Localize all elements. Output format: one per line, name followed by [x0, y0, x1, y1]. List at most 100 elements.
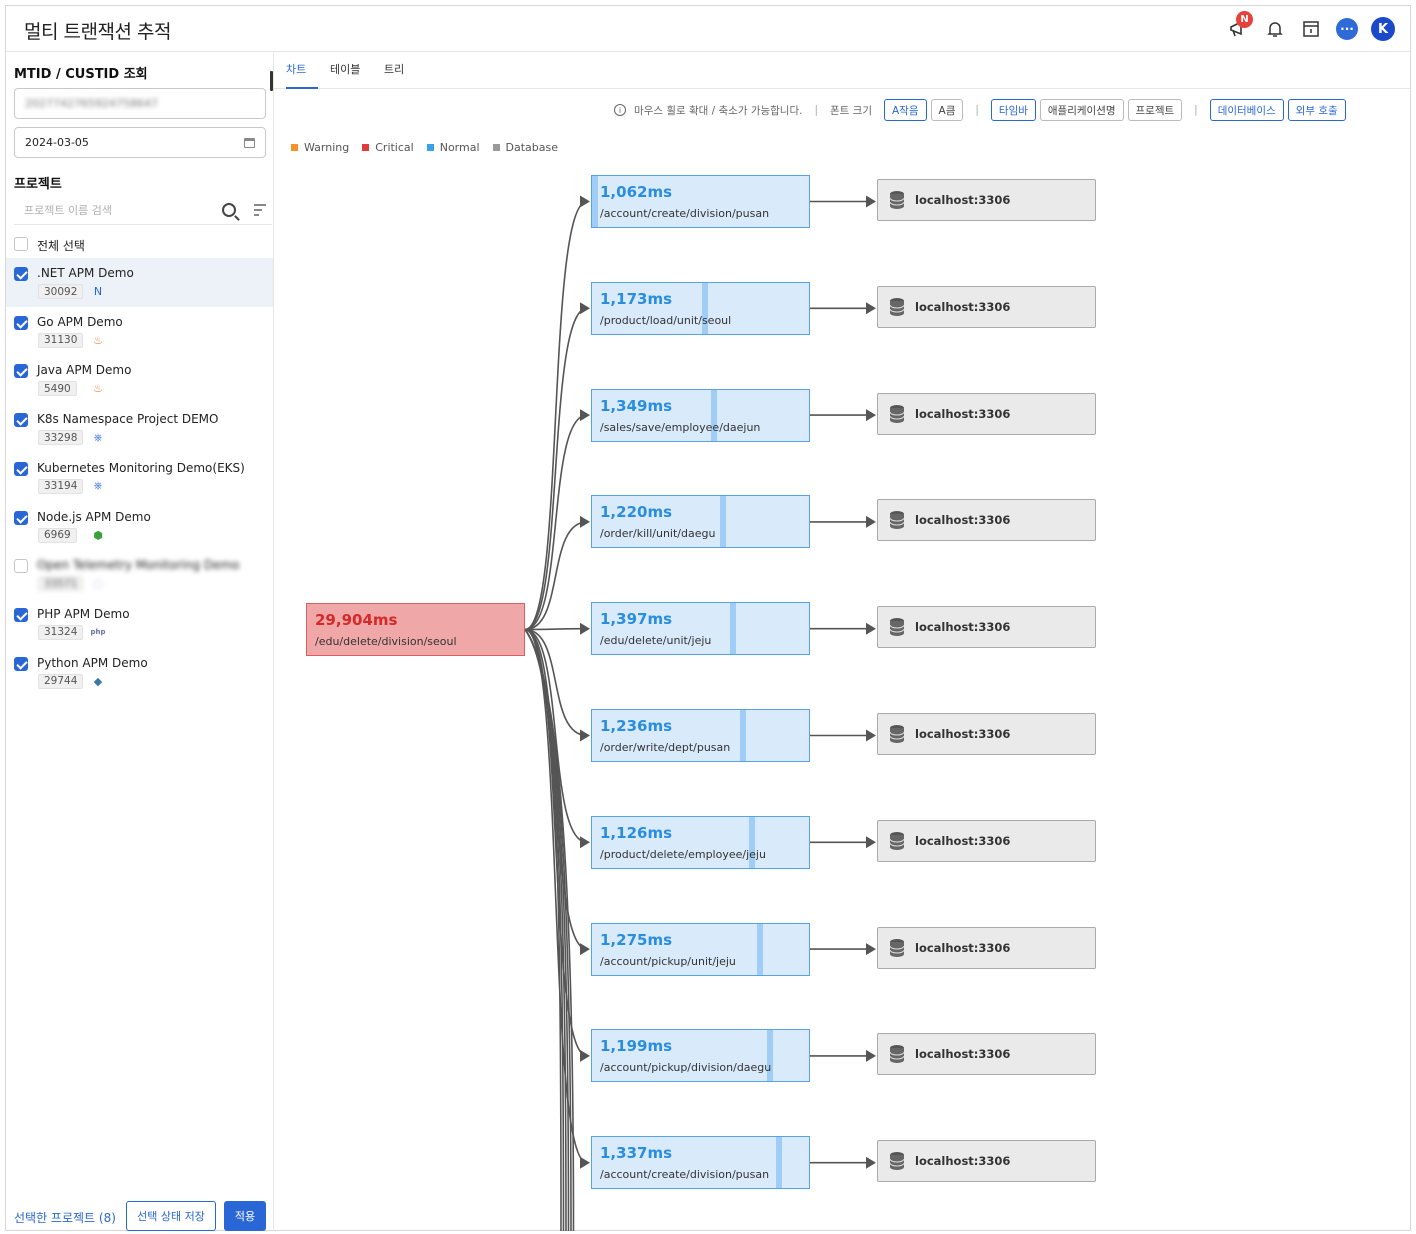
link-arrow [580, 729, 590, 742]
resize-handle[interactable] [270, 71, 273, 91]
transaction-node[interactable]: 1,220ms/order/kill/unit/daegu [591, 495, 810, 549]
project-checkbox[interactable] [14, 267, 28, 281]
project-checkbox[interactable] [14, 559, 28, 574]
user-avatar[interactable]: K [1370, 16, 1396, 42]
transaction-graph[interactable]: 29,904ms/edu/delete/division/seoul 1,062m… [274, 163, 1410, 1231]
search-icon[interactable] [222, 202, 236, 217]
link-arrow [580, 622, 590, 635]
legend-item: Database [492, 141, 558, 154]
transaction-node[interactable]: 1,349ms/sales/save/employee/daejun [591, 388, 810, 442]
bell-icon[interactable] [1262, 16, 1288, 42]
project-toggle[interactable]: 프로젝트 [1127, 99, 1183, 121]
database-node[interactable]: localhost:3306 [877, 1033, 1096, 1076]
mtid-value: 2027742765924758647 [25, 97, 158, 110]
project-item[interactable]: Python APM Demo 29744 ◆ [6, 648, 273, 697]
node-duration: 1,199ms [600, 1037, 673, 1056]
calendar-icon[interactable] [244, 137, 255, 148]
date-field[interactable]: 2024-03-05 [14, 127, 266, 158]
legend-label: Warning [304, 141, 350, 154]
root-transaction-node[interactable]: 29,904ms/edu/delete/division/seoul [306, 603, 525, 656]
link-arrow [580, 195, 590, 208]
transaction-node[interactable]: 1,236ms/order/write/dept/pusan [591, 709, 810, 762]
megaphone-icon[interactable]: N [1226, 11, 1253, 42]
timebar-toggle[interactable]: 타임바 [990, 99, 1036, 121]
tab-chart[interactable]: 차트 [286, 61, 318, 89]
manual-icon[interactable] [1298, 16, 1324, 42]
project-item[interactable]: Open Telemetry Monitoring Demo 33571 ◌ [6, 550, 273, 599]
graph-link [524, 307, 588, 631]
external-call-toggle[interactable]: 외부 호출 [1287, 99, 1346, 121]
database-node[interactable]: localhost:3306 [877, 713, 1096, 755]
database-toggle[interactable]: 데이터베이스 [1209, 99, 1284, 121]
mtid-input[interactable]: 2027742765924758647 [14, 88, 266, 119]
database-node[interactable]: localhost:3306 [877, 179, 1096, 221]
project-item[interactable]: Node.js APM Demo 6969 ⬢ [6, 502, 273, 551]
database-icon [889, 725, 905, 743]
tab-tree[interactable]: 트리 [384, 61, 404, 89]
graph-link [524, 627, 588, 631]
project-checkbox[interactable] [14, 510, 28, 525]
node-duration: 1,236ms [600, 717, 673, 735]
link-arrow [866, 1049, 876, 1062]
project-item[interactable]: Java APM Demo 5490 ♨ [6, 355, 273, 404]
project-item[interactable]: Go APM Demo 31130 ♨ [6, 307, 273, 356]
project-checkbox[interactable] [14, 364, 28, 379]
java-icon: ♨ [93, 333, 103, 347]
database-icon [889, 938, 905, 957]
project-search-input[interactable]: 프로젝트 이름 검색 [14, 195, 272, 225]
font-large-button[interactable]: A큼 [930, 99, 964, 121]
tab-table[interactable]: 테이블 [330, 61, 360, 89]
sort-icon[interactable] [254, 203, 266, 216]
mtid-section-title: MTID / CUSTID 조회 [14, 67, 148, 82]
sidebar-footer: 선택한 프로젝트 (8) 선택 상태 저장 적용 [6, 1201, 273, 1231]
info-icon: i [614, 104, 626, 116]
database-node[interactable]: localhost:3306 [877, 819, 1096, 862]
otel-icon: ◌ [93, 577, 103, 591]
project-name: Java APM Demo [37, 363, 132, 378]
database-icon [889, 1152, 905, 1171]
selected-projects-link[interactable]: 선택한 프로젝트 (8) [14, 1209, 116, 1226]
database-node[interactable]: localhost:3306 [877, 499, 1096, 542]
view-tabs: 차트 테이블 트리 [270, 53, 1410, 91]
chat-icon[interactable]: ··· [1334, 16, 1360, 42]
project-checkbox[interactable] [14, 656, 28, 671]
chart-legend: Warning Critical Normal Database [291, 141, 558, 154]
transaction-node[interactable]: 1,337ms/account/create/division/pusan [591, 1136, 810, 1190]
database-node[interactable]: localhost:3306 [877, 926, 1096, 969]
link-arrow [580, 515, 590, 528]
database-node[interactable]: localhost:3306 [877, 606, 1096, 649]
apply-button[interactable]: 적용 [224, 1201, 266, 1231]
select-all-checkbox[interactable] [14, 237, 28, 251]
transaction-node[interactable]: 1,397ms/edu/delete/unit/jeju [591, 602, 810, 656]
link-arrow [580, 409, 590, 422]
database-node[interactable]: localhost:3306 [877, 285, 1096, 328]
project-item[interactable]: K8s Namespace Project DEMO 33298 ⎈ [6, 404, 273, 453]
save-selection-button[interactable]: 선택 상태 저장 [126, 1201, 216, 1231]
node-path: /sales/save/employee/daejun [600, 420, 761, 434]
nodejs-icon: ⬢ [93, 528, 103, 542]
database-label: localhost:3306 [915, 193, 1011, 207]
database-node[interactable]: localhost:3306 [877, 392, 1096, 435]
java-icon: ♨ [93, 382, 103, 396]
project-checkbox[interactable] [14, 461, 28, 476]
project-checkbox[interactable] [14, 607, 28, 622]
transaction-node[interactable]: 1,199ms/account/pickup/division/daegu [591, 1029, 810, 1083]
transaction-node[interactable]: 1,173ms/product/load/unit/seoul [591, 281, 810, 335]
zoom-hint: 마우스 휠로 확대 / 축소가 가능합니다. [634, 104, 803, 117]
project-section-title: 프로젝트 [14, 177, 62, 192]
app-name-toggle[interactable]: 애플리케이션명 [1039, 99, 1124, 121]
database-node[interactable]: localhost:3306 [877, 1140, 1096, 1183]
transaction-node[interactable]: 1,126ms/product/delete/employee/jeju [591, 815, 810, 869]
python-icon: ◆ [93, 674, 103, 688]
transaction-node[interactable]: 1,062ms/account/create/division/pusan [591, 175, 810, 228]
node-path: /order/write/dept/pusan [600, 741, 731, 754]
project-checkbox[interactable] [14, 315, 28, 330]
project-checkbox[interactable] [14, 413, 28, 428]
font-small-button[interactable]: A작음 [884, 99, 927, 121]
project-item[interactable]: PHP APM Demo 31324 php [6, 599, 273, 648]
database-label: localhost:3306 [915, 620, 1011, 635]
database-label: localhost:3306 [915, 1047, 1011, 1062]
project-item[interactable]: Kubernetes Monitoring Demo(EKS) 33194 ⎈ [6, 453, 273, 502]
project-item[interactable]: .NET APM Demo 30092 ꓠ [6, 258, 273, 307]
transaction-node[interactable]: 1,275ms/account/pickup/unit/jeju [591, 922, 810, 976]
